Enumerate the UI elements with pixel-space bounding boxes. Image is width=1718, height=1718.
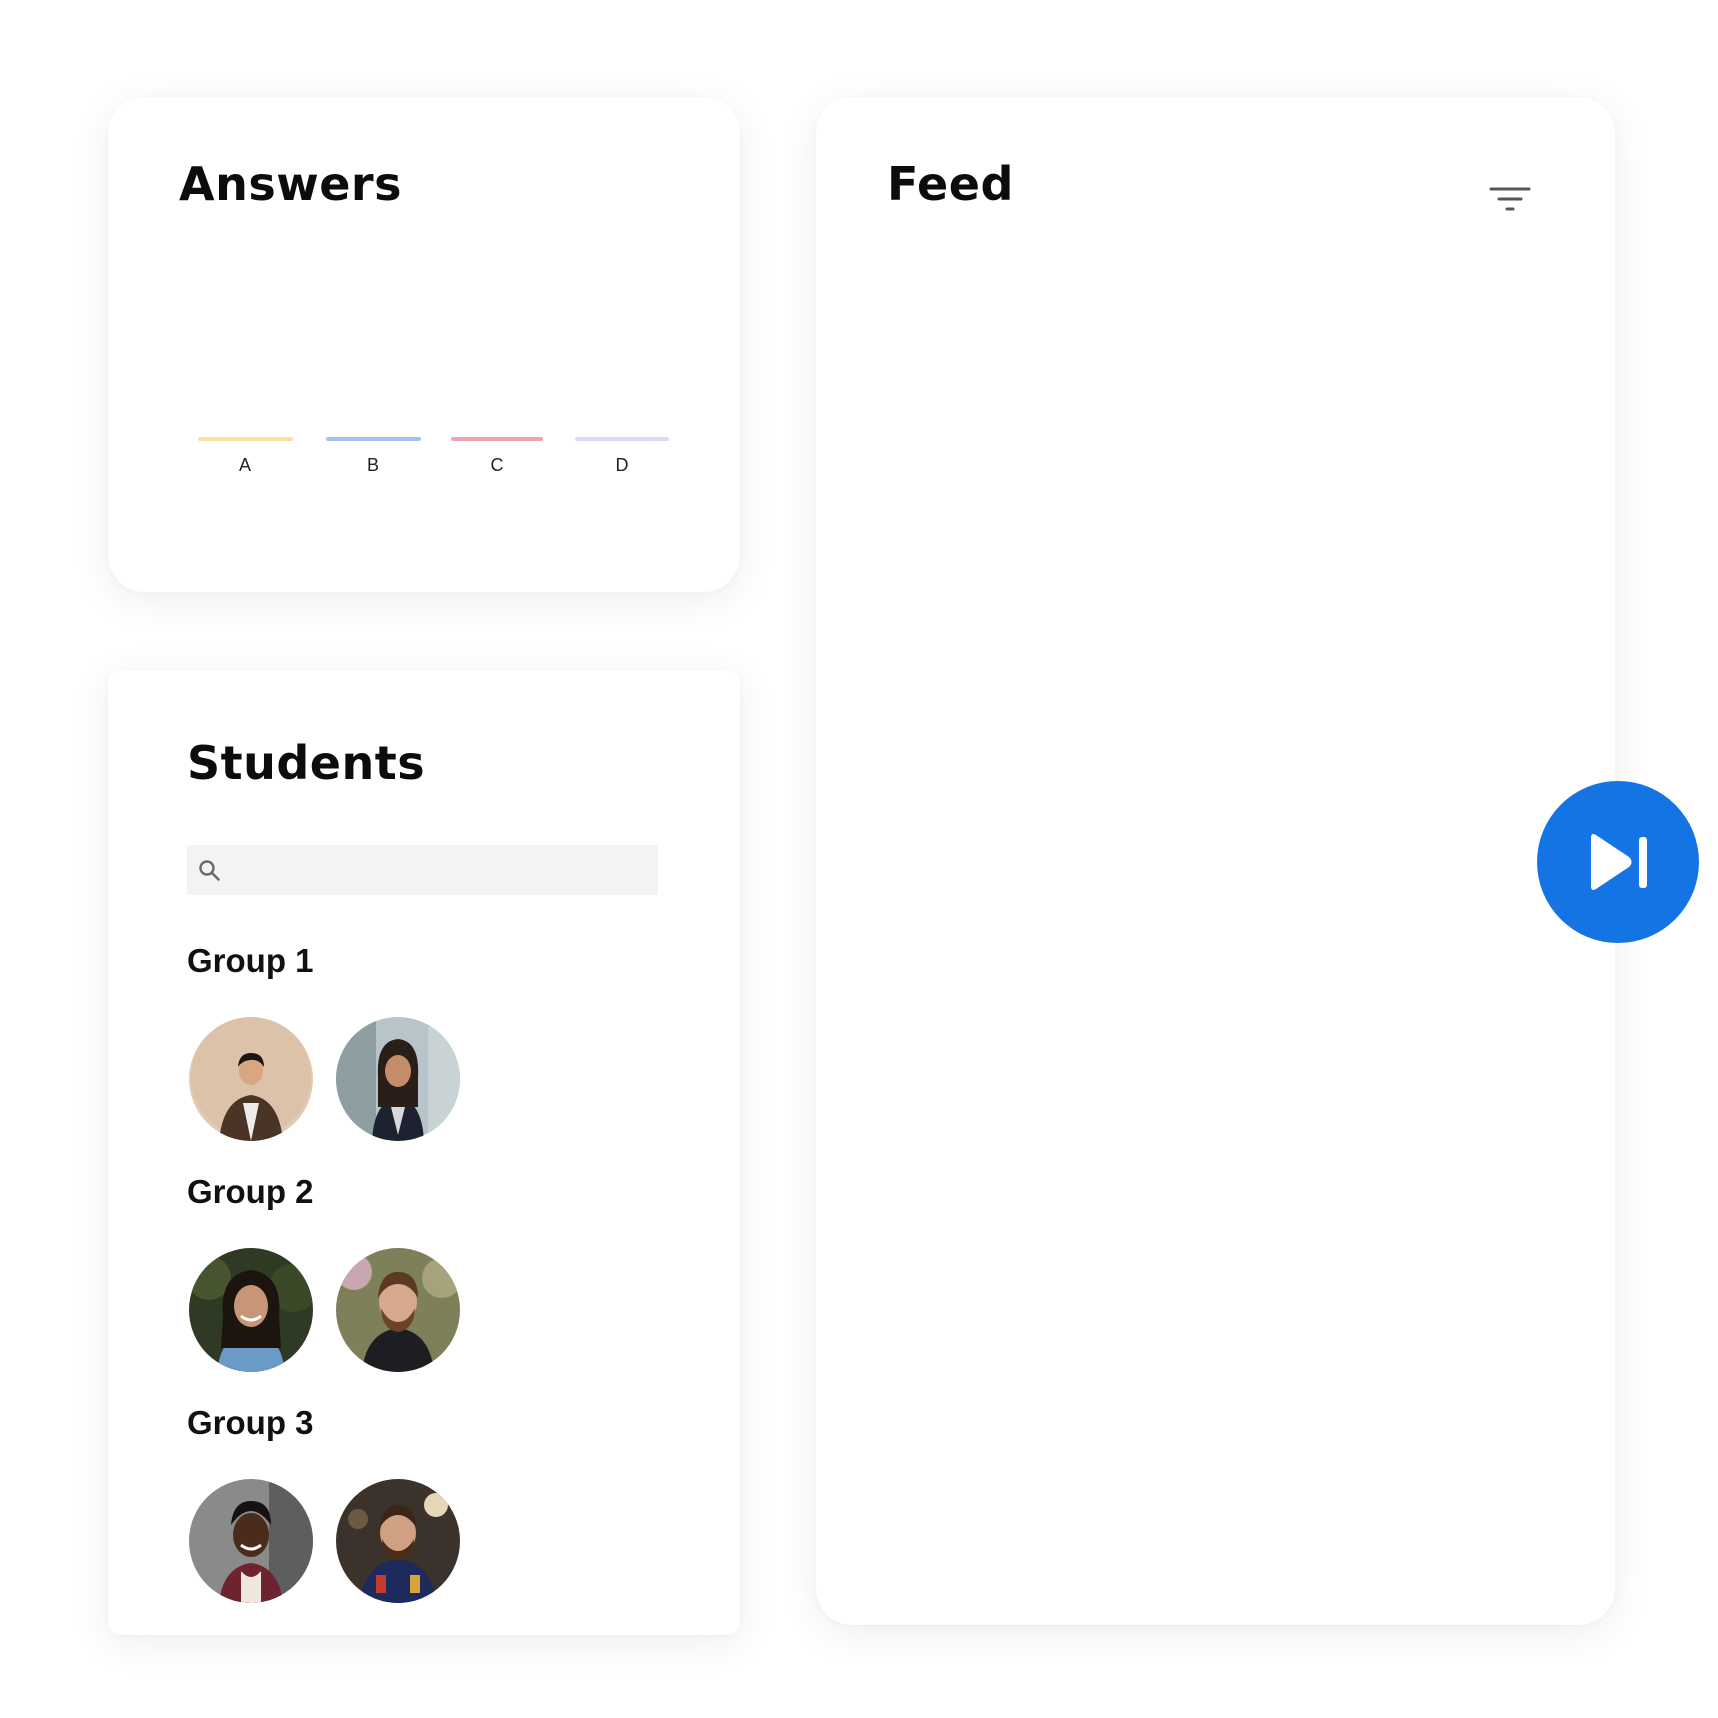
feed-panel: Feed bbox=[816, 97, 1615, 1625]
answers-panel: Answers A B C D bbox=[108, 97, 740, 592]
next-button[interactable] bbox=[1537, 781, 1699, 943]
answer-bar-a bbox=[198, 437, 293, 441]
student-avatar[interactable] bbox=[336, 1248, 460, 1372]
group-label: Group 2 bbox=[187, 1173, 314, 1210]
answers-title: Answers bbox=[179, 157, 402, 211]
filter-icon[interactable] bbox=[1484, 177, 1534, 219]
group-label: Group 1 bbox=[187, 942, 314, 979]
answers-chart: A B C D bbox=[188, 437, 669, 497]
answer-label-b: B bbox=[366, 455, 379, 475]
student-avatar[interactable] bbox=[336, 1479, 460, 1603]
answer-bar-c bbox=[451, 437, 543, 441]
answer-label-a: A bbox=[238, 455, 251, 475]
student-avatar[interactable] bbox=[189, 1017, 313, 1141]
students-title: Students bbox=[187, 736, 426, 790]
student-avatar[interactable] bbox=[189, 1248, 313, 1372]
student-avatar[interactable] bbox=[189, 1479, 313, 1603]
student-avatar[interactable] bbox=[336, 1017, 460, 1141]
feed-title: Feed bbox=[887, 157, 1014, 211]
answer-bar-b bbox=[326, 437, 421, 441]
group-label: Group 3 bbox=[187, 1404, 314, 1441]
answer-label-c: C bbox=[490, 455, 504, 475]
students-panel: Students Group 1 Group 2 Group 3 bbox=[108, 670, 740, 1635]
skip-next-icon bbox=[1537, 834, 1699, 946]
answer-label-d: D bbox=[615, 455, 629, 475]
student-search bbox=[187, 845, 658, 897]
dashboard: Answers A B C D Students Group 1 Group 2… bbox=[0, 0, 1718, 1718]
search-input[interactable] bbox=[231, 845, 655, 897]
answer-bar-d bbox=[575, 437, 669, 441]
search-icon bbox=[197, 858, 223, 884]
